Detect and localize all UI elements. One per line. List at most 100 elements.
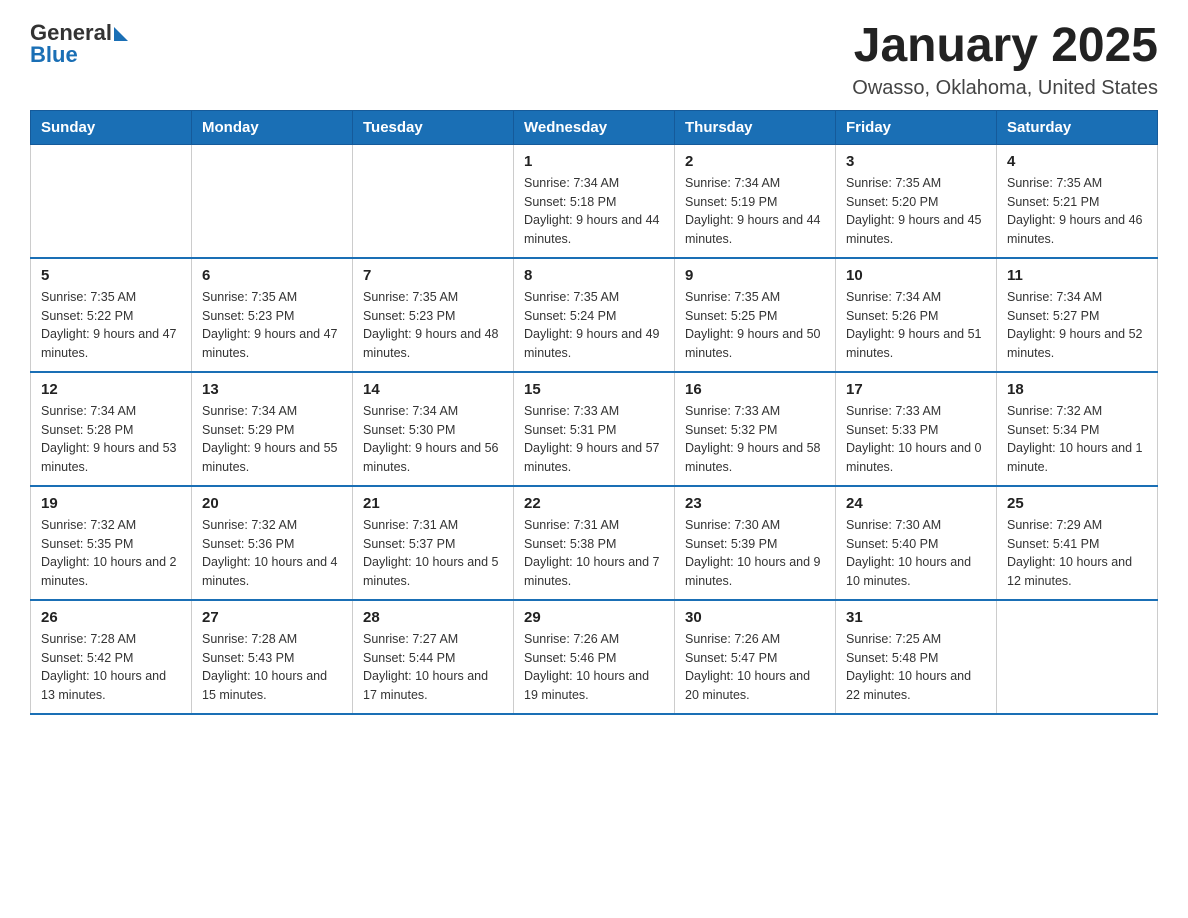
calendar-day-cell: 16 Sunrise: 7:33 AMSunset: 5:32 PMDayligh… bbox=[675, 372, 836, 486]
day-number: 30 bbox=[685, 609, 825, 626]
day-info: Sunrise: 7:34 AMSunset: 5:26 PMDaylight:… bbox=[846, 288, 986, 363]
calendar-day-cell: 30Sunrise: 7:26 AMSunset: 5:47 PMDayligh… bbox=[675, 600, 836, 714]
day-info: Sunrise: 7:32 AMSunset: 5:34 PMDaylight:… bbox=[1007, 402, 1147, 477]
day-info: Sunrise: 7:34 AMSunset: 5:29 PMDaylight:… bbox=[202, 402, 342, 477]
day-info: Sunrise: 7:33 AMSunset: 5:32 PMDaylight:… bbox=[685, 402, 825, 477]
day-number: 9 bbox=[685, 267, 825, 284]
day-number: 20 bbox=[202, 495, 342, 512]
day-info: Sunrise: 7:27 AMSunset: 5:44 PMDaylight:… bbox=[363, 630, 503, 705]
day-of-week-header: Wednesday bbox=[514, 110, 675, 144]
calendar-day-cell: 11Sunrise: 7:34 AMSunset: 5:27 PMDayligh… bbox=[997, 258, 1158, 372]
day-info: Sunrise: 7:28 AMSunset: 5:42 PMDaylight:… bbox=[41, 630, 181, 705]
logo: General Blue bbox=[30, 20, 128, 68]
day-number: 12 bbox=[41, 381, 181, 398]
day-number: 3 bbox=[846, 153, 986, 170]
day-number: 19 bbox=[41, 495, 181, 512]
calendar-week-row: 12 Sunrise: 7:34 AMSunset: 5:28 PMDayligh… bbox=[31, 372, 1158, 486]
day-number: 16 bbox=[685, 381, 825, 398]
day-info: Sunrise: 7:34 AMSunset: 5:28 PMDaylight:… bbox=[41, 402, 181, 477]
calendar-day-cell: 22 Sunrise: 7:31 AMSunset: 5:38 PMDayligh… bbox=[514, 486, 675, 600]
day-number: 15 bbox=[524, 381, 664, 398]
day-info: Sunrise: 7:31 AMSunset: 5:38 PMDaylight:… bbox=[524, 516, 664, 591]
day-number: 5 bbox=[41, 267, 181, 284]
calendar-day-cell: 21Sunrise: 7:31 AMSunset: 5:37 PMDayligh… bbox=[353, 486, 514, 600]
calendar-day-cell: 28Sunrise: 7:27 AMSunset: 5:44 PMDayligh… bbox=[353, 600, 514, 714]
day-header-row: SundayMondayTuesdayWednesdayThursdayFrid… bbox=[31, 110, 1158, 144]
calendar-day-cell: 17 Sunrise: 7:33 AMSunset: 5:33 PMDayligh… bbox=[836, 372, 997, 486]
calendar-subtitle: Owasso, Oklahoma, United States bbox=[852, 77, 1158, 100]
calendar-day-cell: 20 Sunrise: 7:32 AMSunset: 5:36 PMDayligh… bbox=[192, 486, 353, 600]
calendar-day-cell bbox=[353, 144, 514, 258]
day-number: 8 bbox=[524, 267, 664, 284]
day-info: Sunrise: 7:28 AMSunset: 5:43 PMDaylight:… bbox=[202, 630, 342, 705]
calendar-day-cell: 2Sunrise: 7:34 AMSunset: 5:19 PMDaylight… bbox=[675, 144, 836, 258]
day-number: 22 bbox=[524, 495, 664, 512]
calendar-week-row: 5 Sunrise: 7:35 AMSunset: 5:22 PMDaylight… bbox=[31, 258, 1158, 372]
day-of-week-header: Monday bbox=[192, 110, 353, 144]
calendar-day-cell: 27Sunrise: 7:28 AMSunset: 5:43 PMDayligh… bbox=[192, 600, 353, 714]
day-number: 7 bbox=[363, 267, 503, 284]
calendar-day-cell: 15 Sunrise: 7:33 AMSunset: 5:31 PMDayligh… bbox=[514, 372, 675, 486]
calendar-day-cell bbox=[997, 600, 1158, 714]
day-info: Sunrise: 7:26 AMSunset: 5:46 PMDaylight:… bbox=[524, 630, 664, 705]
day-info: Sunrise: 7:33 AMSunset: 5:31 PMDaylight:… bbox=[524, 402, 664, 477]
day-info: Sunrise: 7:34 AMSunset: 5:18 PMDaylight:… bbox=[524, 174, 664, 249]
day-info: Sunrise: 7:34 AMSunset: 5:19 PMDaylight:… bbox=[685, 174, 825, 249]
day-number: 23 bbox=[685, 495, 825, 512]
calendar-day-cell: 1 Sunrise: 7:34 AMSunset: 5:18 PMDaylight… bbox=[514, 144, 675, 258]
day-info: Sunrise: 7:29 AMSunset: 5:41 PMDaylight:… bbox=[1007, 516, 1147, 591]
day-number: 21 bbox=[363, 495, 503, 512]
day-of-week-header: Sunday bbox=[31, 110, 192, 144]
day-of-week-header: Tuesday bbox=[353, 110, 514, 144]
day-info: Sunrise: 7:35 AMSunset: 5:23 PMDaylight:… bbox=[202, 288, 342, 363]
calendar-title: January 2025 bbox=[852, 20, 1158, 73]
day-number: 24 bbox=[846, 495, 986, 512]
day-info: Sunrise: 7:35 AMSunset: 5:21 PMDaylight:… bbox=[1007, 174, 1147, 249]
page-header: General Blue January 2025 Owasso, Oklaho… bbox=[30, 20, 1158, 100]
day-info: Sunrise: 7:30 AMSunset: 5:40 PMDaylight:… bbox=[846, 516, 986, 591]
day-number: 1 bbox=[524, 153, 664, 170]
calendar-week-row: 19 Sunrise: 7:32 AMSunset: 5:35 PMDayligh… bbox=[31, 486, 1158, 600]
day-number: 6 bbox=[202, 267, 342, 284]
day-number: 17 bbox=[846, 381, 986, 398]
calendar-day-cell: 5 Sunrise: 7:35 AMSunset: 5:22 PMDaylight… bbox=[31, 258, 192, 372]
day-info: Sunrise: 7:34 AMSunset: 5:30 PMDaylight:… bbox=[363, 402, 503, 477]
day-of-week-header: Saturday bbox=[997, 110, 1158, 144]
day-info: Sunrise: 7:30 AMSunset: 5:39 PMDaylight:… bbox=[685, 516, 825, 591]
day-number: 10 bbox=[846, 267, 986, 284]
day-info: Sunrise: 7:35 AMSunset: 5:22 PMDaylight:… bbox=[41, 288, 181, 363]
calendar-day-cell: 13Sunrise: 7:34 AMSunset: 5:29 PMDayligh… bbox=[192, 372, 353, 486]
calendar-day-cell: 24 Sunrise: 7:30 AMSunset: 5:40 PMDayligh… bbox=[836, 486, 997, 600]
calendar-week-row: 1 Sunrise: 7:34 AMSunset: 5:18 PMDaylight… bbox=[31, 144, 1158, 258]
day-info: Sunrise: 7:32 AMSunset: 5:35 PMDaylight:… bbox=[41, 516, 181, 591]
day-info: Sunrise: 7:33 AMSunset: 5:33 PMDaylight:… bbox=[846, 402, 986, 477]
calendar-day-cell: 25 Sunrise: 7:29 AMSunset: 5:41 PMDayligh… bbox=[997, 486, 1158, 600]
day-info: Sunrise: 7:25 AMSunset: 5:48 PMDaylight:… bbox=[846, 630, 986, 705]
logo-arrow-icon bbox=[114, 27, 128, 41]
day-number: 4 bbox=[1007, 153, 1147, 170]
calendar-day-cell: 7Sunrise: 7:35 AMSunset: 5:23 PMDaylight… bbox=[353, 258, 514, 372]
calendar-day-cell bbox=[192, 144, 353, 258]
calendar-day-cell: 9 Sunrise: 7:35 AMSunset: 5:25 PMDaylight… bbox=[675, 258, 836, 372]
day-number: 18 bbox=[1007, 381, 1147, 398]
day-info: Sunrise: 7:32 AMSunset: 5:36 PMDaylight:… bbox=[202, 516, 342, 591]
calendar-day-cell: 12 Sunrise: 7:34 AMSunset: 5:28 PMDayligh… bbox=[31, 372, 192, 486]
calendar-day-cell: 19 Sunrise: 7:32 AMSunset: 5:35 PMDayligh… bbox=[31, 486, 192, 600]
calendar-week-row: 26Sunrise: 7:28 AMSunset: 5:42 PMDayligh… bbox=[31, 600, 1158, 714]
calendar-day-cell: 26Sunrise: 7:28 AMSunset: 5:42 PMDayligh… bbox=[31, 600, 192, 714]
title-section: January 2025 Owasso, Oklahoma, United St… bbox=[852, 20, 1158, 100]
calendar-table: SundayMondayTuesdayWednesdayThursdayFrid… bbox=[30, 110, 1158, 715]
day-number: 29 bbox=[524, 609, 664, 626]
calendar-header: SundayMondayTuesdayWednesdayThursdayFrid… bbox=[31, 110, 1158, 144]
day-info: Sunrise: 7:35 AMSunset: 5:24 PMDaylight:… bbox=[524, 288, 664, 363]
calendar-body: 1 Sunrise: 7:34 AMSunset: 5:18 PMDaylight… bbox=[31, 144, 1158, 714]
calendar-day-cell bbox=[31, 144, 192, 258]
calendar-day-cell: 4 Sunrise: 7:35 AMSunset: 5:21 PMDaylight… bbox=[997, 144, 1158, 258]
day-info: Sunrise: 7:35 AMSunset: 5:25 PMDaylight:… bbox=[685, 288, 825, 363]
day-info: Sunrise: 7:35 AMSunset: 5:20 PMDaylight:… bbox=[846, 174, 986, 249]
day-info: Sunrise: 7:34 AMSunset: 5:27 PMDaylight:… bbox=[1007, 288, 1147, 363]
calendar-day-cell: 8 Sunrise: 7:35 AMSunset: 5:24 PMDaylight… bbox=[514, 258, 675, 372]
calendar-day-cell: 29 Sunrise: 7:26 AMSunset: 5:46 PMDayligh… bbox=[514, 600, 675, 714]
day-number: 25 bbox=[1007, 495, 1147, 512]
day-number: 14 bbox=[363, 381, 503, 398]
